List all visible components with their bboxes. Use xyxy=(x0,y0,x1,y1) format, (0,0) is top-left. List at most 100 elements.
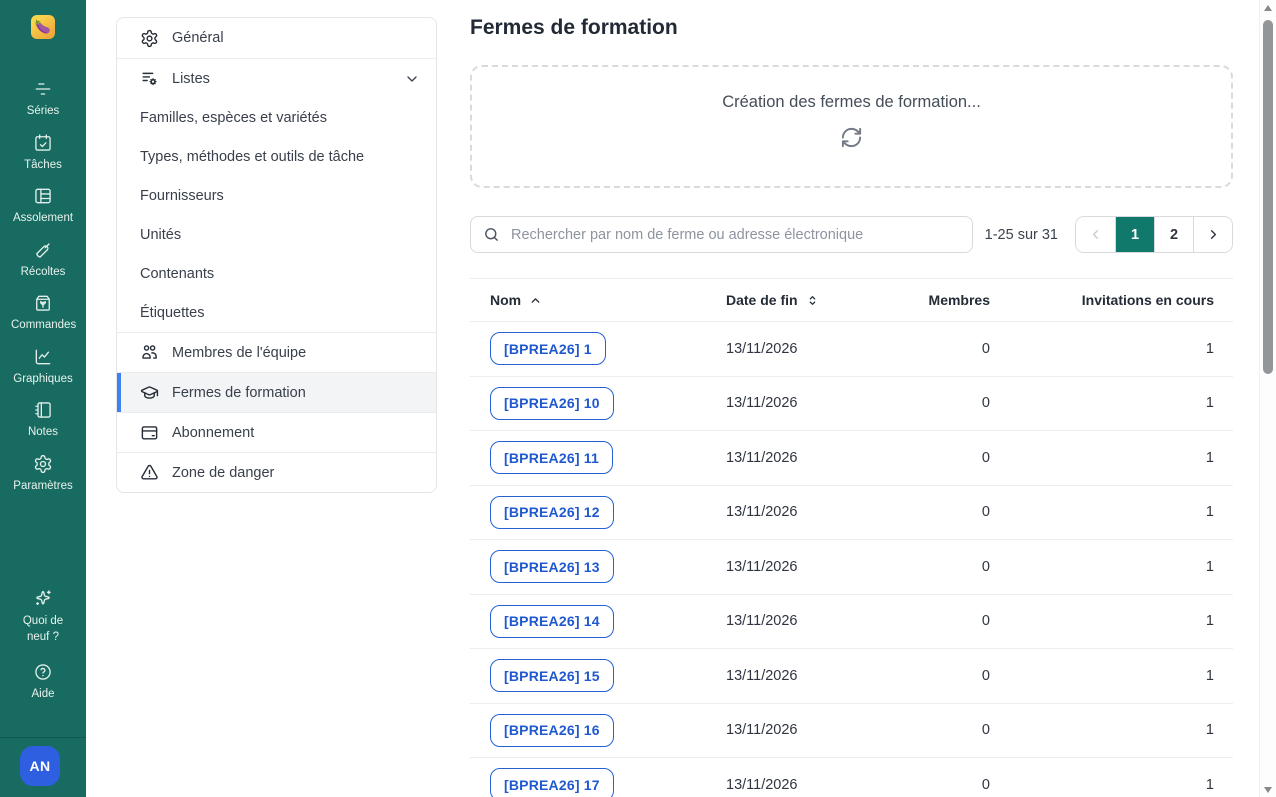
settings-nav-item-types-methodes-et-outils-de-tache[interactable]: Types, méthodes et outils de tâche xyxy=(117,137,436,176)
column-header-date-de-fin[interactable]: Date de fin xyxy=(726,292,876,308)
farm-invitations-count: 1 xyxy=(990,777,1214,793)
settings-nav-item-label: Contenants xyxy=(140,266,214,282)
app-logo[interactable]: 🍆 xyxy=(31,15,55,39)
farm-name-button[interactable]: [BPREA26] 11 xyxy=(490,441,613,474)
farm-end-date: 13/11/2026 xyxy=(726,613,876,629)
settings-nav-item-label: Membres de l'équipe xyxy=(172,345,306,361)
list-gear-icon xyxy=(140,69,159,88)
sidebar-item-quoi-de-neuf[interactable]: Quoi de neuf ? xyxy=(0,589,86,645)
settings-nav: GénéralListesFamilles, espèces et variét… xyxy=(116,17,437,493)
farms-table: Nom Date de fin Membres Invitations en c… xyxy=(470,278,1233,797)
settings-nav-item-abonnement[interactable]: Abonnement xyxy=(117,412,436,452)
sparkles-icon xyxy=(33,589,53,609)
avatar[interactable]: AN xyxy=(20,746,60,786)
pagination-range-label: 1-25 sur 31 xyxy=(985,227,1075,243)
sidebar-item-label: Commandes xyxy=(11,318,75,334)
farm-end-date: 13/11/2026 xyxy=(726,668,876,684)
farm-name-button[interactable]: [BPREA26] 17 xyxy=(490,768,614,797)
farm-invitations-count: 1 xyxy=(990,504,1214,520)
sidebar-nav: Séries Tâches Assolement Récoltes Commandes G… xyxy=(0,79,86,494)
farm-name-button[interactable]: [BPREA26] 10 xyxy=(490,387,614,420)
table-row: [BPREA26] 17 13/11/202601 xyxy=(470,758,1233,797)
pagination-page-2[interactable]: 2 xyxy=(1154,217,1193,252)
sidebar-item-aide[interactable]: Aide xyxy=(0,662,86,703)
settings-nav-item-fournisseurs[interactable]: Fournisseurs xyxy=(117,176,436,215)
settings-nav-item-etiquettes[interactable]: Étiquettes xyxy=(117,293,436,332)
settings-nav-item-familles-especes-et-varietes[interactable]: Familles, espèces et variétés xyxy=(117,98,436,137)
sidebar-item-recoltes[interactable]: Récoltes xyxy=(0,240,86,281)
loading-spinner-icon xyxy=(840,126,863,149)
settings-nav-item-label: Abonnement xyxy=(172,425,254,441)
search-input[interactable] xyxy=(509,226,960,244)
settings-nav-item-label: Types, méthodes et outils de tâche xyxy=(140,149,364,165)
crop-plan-icon xyxy=(33,186,53,206)
pagination-page-1[interactable]: 1 xyxy=(1115,217,1154,252)
farm-name-button[interactable]: [BPREA26] 12 xyxy=(490,496,614,529)
sidebar-item-notes[interactable]: Notes xyxy=(0,400,86,441)
farm-members-count: 0 xyxy=(876,395,990,411)
sidebar-item-label: Séries xyxy=(27,104,60,120)
table-body: [BPREA26] 113/11/202601[BPREA26] 1013/11… xyxy=(470,322,1233,797)
settings-nav-item-contenants[interactable]: Contenants xyxy=(117,254,436,293)
column-header-label: Invitations en cours xyxy=(1082,292,1214,308)
farm-invitations-count: 1 xyxy=(990,722,1214,738)
sidebar-item-series[interactable]: Séries xyxy=(0,79,86,120)
page-title: Fermes de formation xyxy=(470,16,678,40)
sidebar-item-label: Récoltes xyxy=(21,265,66,281)
column-header-invitations-en-cours: Invitations en cours xyxy=(990,292,1214,308)
sidebar-item-graphiques[interactable]: Graphiques xyxy=(0,347,86,388)
scrollbar-thumb[interactable] xyxy=(1263,20,1273,374)
settings-nav-item-label: Fournisseurs xyxy=(140,188,224,204)
sidebar-item-assolement[interactable]: Assolement xyxy=(0,186,86,227)
settings-nav-item-label: Zone de danger xyxy=(172,465,274,481)
settings-nav-item-membres-de-l-equipe[interactable]: Membres de l'équipe xyxy=(117,332,436,372)
farm-members-count: 0 xyxy=(876,341,990,357)
farm-name-button[interactable]: [BPREA26] 16 xyxy=(490,714,614,747)
farm-end-date: 13/11/2026 xyxy=(726,722,876,738)
scrollbar xyxy=(1259,0,1276,797)
farm-name-cell: [BPREA26] 16 xyxy=(490,714,726,747)
scrollbar-up-arrow[interactable] xyxy=(1264,5,1272,11)
table-header-row: Nom Date de fin Membres Invitations en c… xyxy=(470,278,1233,322)
settings-nav-item-unites[interactable]: Unités xyxy=(117,215,436,254)
table-row: [BPREA26] 1313/11/202601 xyxy=(470,540,1233,595)
farm-name-cell: [BPREA26] 11 xyxy=(490,441,726,474)
farm-name-button[interactable]: [BPREA26] 13 xyxy=(490,550,614,583)
farm-name-cell: [BPREA26] 1 xyxy=(490,332,726,365)
farm-members-count: 0 xyxy=(876,777,990,793)
search-box[interactable] xyxy=(470,216,973,253)
farm-name-button[interactable]: [BPREA26] 15 xyxy=(490,659,614,692)
sidebar-item-label: Tâches xyxy=(24,158,62,174)
creation-banner-text: Création des fermes de formation... xyxy=(722,93,981,112)
sidebar-item-commandes[interactable]: Commandes xyxy=(0,293,86,334)
farm-end-date: 13/11/2026 xyxy=(726,450,876,466)
sidebar: 🍆 Séries Tâches Assolement Récoltes Commande… xyxy=(0,0,86,797)
settings-nav-item-zone-de-danger[interactable]: Zone de danger xyxy=(117,452,436,492)
table-row: [BPREA26] 1413/11/202601 xyxy=(470,595,1233,650)
farm-name-button[interactable]: [BPREA26] 1 xyxy=(490,332,606,365)
scrollbar-down-arrow[interactable] xyxy=(1264,787,1272,793)
table-toolbar: 1-25 sur 31 12 xyxy=(470,216,1233,253)
settings-nav-item-general[interactable]: Général xyxy=(117,18,436,58)
farm-invitations-count: 1 xyxy=(990,613,1214,629)
column-header-nom[interactable]: Nom xyxy=(490,292,726,308)
farm-invitations-count: 1 xyxy=(990,668,1214,684)
settings-nav-item-listes[interactable]: Listes xyxy=(117,58,436,98)
tasks-calendar-icon xyxy=(33,133,53,153)
sidebar-item-label: Notes xyxy=(28,425,58,441)
main-content: Fermes de formation Création des fermes … xyxy=(470,0,1233,797)
farm-invitations-count: 1 xyxy=(990,559,1214,575)
settings-nav-item-fermes-de-formation[interactable]: Fermes de formation xyxy=(117,372,436,412)
column-header-membres: Membres xyxy=(876,292,990,308)
sidebar-item-taches[interactable]: Tâches xyxy=(0,133,86,174)
pagination-next-button[interactable] xyxy=(1193,217,1232,252)
sidebar-item-parametres[interactable]: Paramètres xyxy=(0,454,86,495)
notes-icon xyxy=(33,400,53,420)
farm-end-date: 13/11/2026 xyxy=(726,777,876,793)
users-icon xyxy=(140,343,159,362)
farm-name-button[interactable]: [BPREA26] 14 xyxy=(490,605,614,638)
pagination-prev-button[interactable] xyxy=(1076,217,1115,252)
sidebar-item-label: Paramètres xyxy=(13,479,72,495)
farm-invitations-count: 1 xyxy=(990,450,1214,466)
sidebar-item-label: Aide xyxy=(31,687,54,703)
